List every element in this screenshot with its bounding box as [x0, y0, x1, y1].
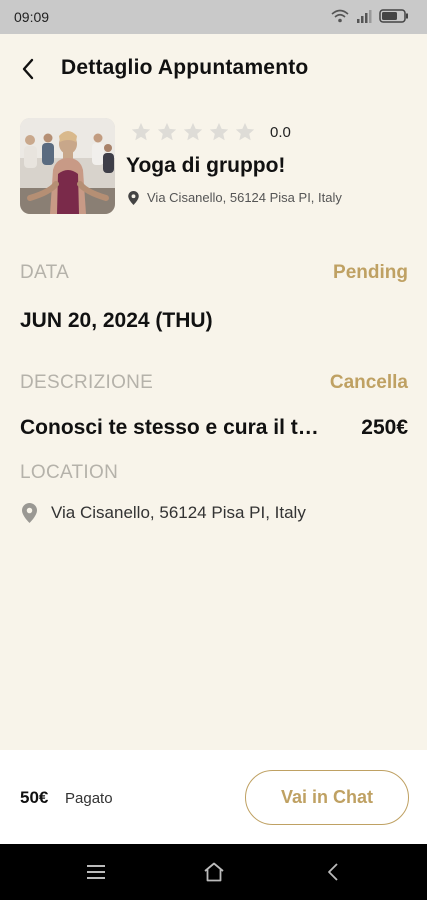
go-to-chat-button[interactable]: Vai in Chat	[245, 770, 409, 825]
menu-icon	[87, 865, 105, 879]
date-label: DATA	[20, 262, 70, 283]
description-label: DESCRIZIONE	[20, 372, 154, 393]
star-icon	[183, 122, 203, 141]
service-title: Yoga di gruppo!	[126, 154, 286, 177]
signal-icon	[357, 10, 372, 23]
service-thumbnail	[20, 118, 115, 214]
chevron-left-icon	[328, 863, 338, 881]
app-header: Dettaglio Appuntamento	[0, 34, 427, 102]
service-card: 0.0 Yoga di gruppo! Via Cisanello, 56124…	[20, 118, 410, 218]
rating-stars	[130, 121, 256, 143]
location-pin-icon	[128, 190, 139, 205]
star-icon	[157, 122, 177, 141]
star-icon	[131, 122, 151, 141]
page-title: Dettaglio Appuntamento	[61, 56, 309, 79]
rating-value: 0.0	[270, 123, 291, 141]
location-row: Via Cisanello, 56124 Pisa PI, Italy	[22, 503, 306, 523]
rating-row: 0.0	[130, 121, 291, 143]
status-badge: Pending	[333, 262, 408, 283]
home-icon	[204, 862, 224, 882]
paid-amount: 50€	[20, 788, 49, 807]
chevron-left-icon	[22, 58, 34, 80]
location-pin-icon	[22, 503, 37, 523]
system-back-button[interactable]	[319, 858, 347, 886]
back-button[interactable]	[12, 53, 44, 85]
service-address-row: Via Cisanello, 56124 Pisa PI, Italy	[128, 190, 342, 205]
price: 250€	[361, 416, 408, 439]
wifi-icon	[331, 9, 349, 23]
paid-label: Pagato	[65, 790, 113, 807]
star-icon	[209, 122, 229, 141]
status-icons	[331, 9, 409, 23]
service-address: Via Cisanello, 56124 Pisa PI, Italy	[147, 190, 342, 205]
location-label: LOCATION	[20, 462, 119, 483]
description-text: Conosci te stesso e cura il t…	[20, 416, 319, 439]
star-icon	[235, 122, 255, 141]
status-bar: 09:09	[0, 0, 427, 34]
recents-button[interactable]	[82, 858, 110, 886]
location-address: Via Cisanello, 56124 Pisa PI, Italy	[51, 503, 306, 522]
cancel-button[interactable]: Cancella	[330, 372, 408, 394]
status-time: 09:09	[14, 9, 50, 25]
home-button[interactable]	[200, 858, 228, 886]
system-nav-bar	[0, 844, 427, 900]
payment-footer: 50€ Pagato Vai in Chat	[0, 750, 427, 844]
battery-icon	[379, 9, 408, 23]
appointment-date: JUN 20, 2024 (THU)	[20, 309, 213, 332]
